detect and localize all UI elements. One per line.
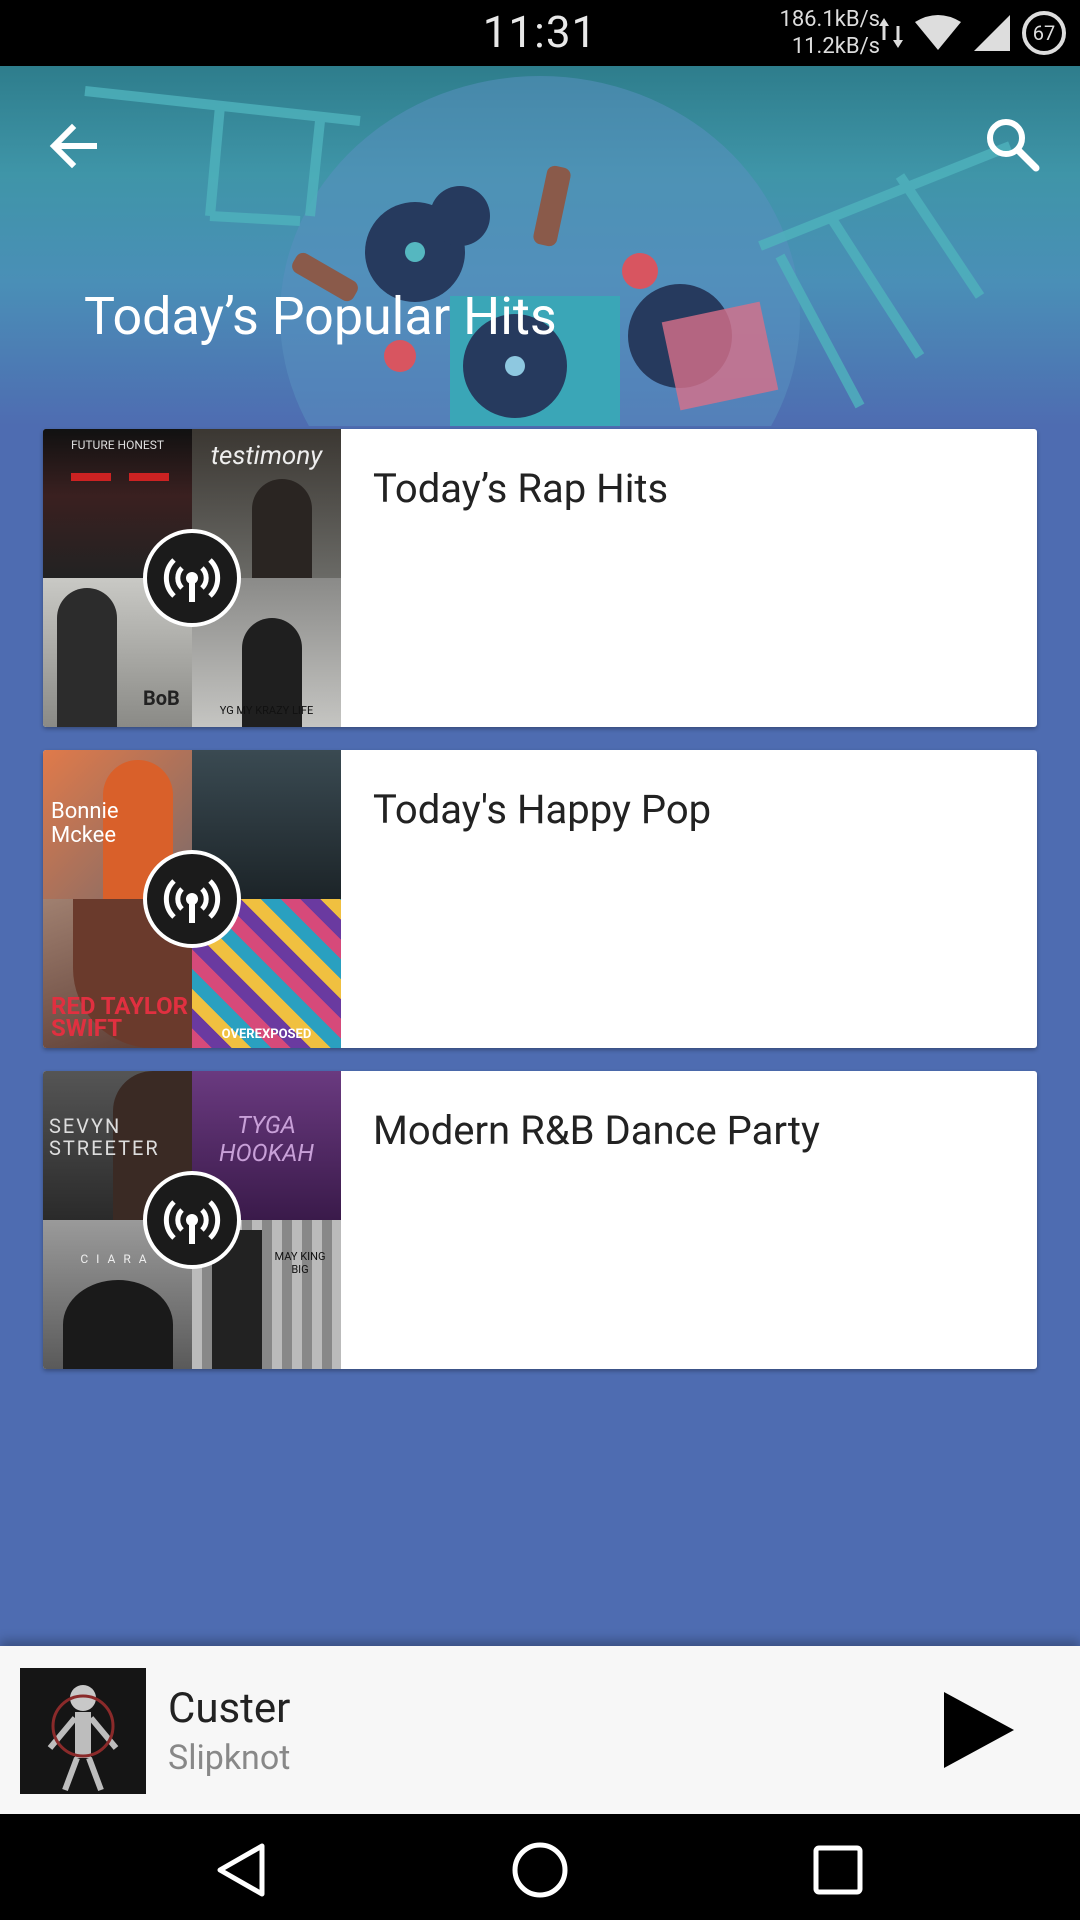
playlist-art: Bonnie Mckee RED TAYLOR SWIFT OVEREXPOSE… [43, 750, 341, 1048]
playlist-title: Today's Happy Pop [373, 786, 712, 833]
radio-broadcast-icon [163, 558, 221, 602]
album-label: TYGA HOOKAH [218, 1111, 315, 1167]
playlist-title: Modern R&B Dance Party [373, 1107, 820, 1154]
playlist-title: Today’s Rap Hits [373, 465, 669, 512]
status-bar: 11:31 186.1kB/s 11.2kB/s 67 [0, 0, 1080, 66]
battery-icon: 67 [1022, 11, 1066, 55]
album-label: testimony [210, 441, 323, 471]
nav-recents-button[interactable] [808, 1840, 868, 1900]
search-button[interactable] [980, 112, 1044, 176]
now-playing-bar[interactable]: Custer Slipknot [0, 1646, 1080, 1814]
radio-badge [143, 1171, 241, 1269]
play-button[interactable] [934, 1688, 1018, 1772]
skeleton-figure [20, 1668, 146, 1794]
nav-home-icon [512, 1842, 568, 1898]
album-label: Bonnie Mckee [51, 799, 119, 848]
radio-broadcast-icon [163, 879, 221, 923]
nav-home-button[interactable] [510, 1840, 570, 1900]
track-title: Custer [168, 1684, 291, 1733]
network-speeds: 186.1kB/s 11.2kB/s [779, 6, 880, 60]
track-artist: Slipknot [168, 1738, 291, 1778]
nav-recents-icon [813, 1845, 863, 1895]
back-button[interactable] [44, 116, 104, 176]
system-nav-bar [0, 1814, 1080, 1920]
status-icons: 67 [878, 10, 1066, 56]
search-icon [987, 119, 1040, 172]
party-illustration [84, 76, 1012, 426]
arrow-back-icon [49, 123, 97, 169]
radio-badge [143, 850, 241, 948]
album-label: OVEREXPOSED [221, 1027, 312, 1042]
radio-badge [143, 529, 241, 627]
album-label: RED TAYLOR SWIFT [51, 992, 189, 1042]
battery-level: 67 [1032, 21, 1056, 45]
album-label: FUTURE HONEST [70, 438, 165, 452]
header-banner: Today’s Popular Hits [0, 66, 1080, 426]
album-label: SEVYN STREETER [49, 1114, 160, 1160]
nav-back-button[interactable] [212, 1840, 272, 1900]
now-playing-album-art [20, 1668, 146, 1794]
wifi-icon [915, 15, 961, 50]
album-label: MAY KING BIG [274, 1250, 326, 1276]
playlist-list: FUTURE HONEST testimony BoB YG MY KRAZY … [43, 429, 1037, 1392]
page-title: Today’s Popular Hits [84, 286, 557, 347]
playlist-art: SEVYN STREETER TYGA HOOKAH CIARA MAY KIN… [43, 1071, 341, 1369]
playlist-card[interactable]: SEVYN STREETER TYGA HOOKAH CIARA MAY KIN… [43, 1071, 1037, 1369]
play-icon [944, 1692, 1014, 1768]
data-transfer-icon [879, 18, 903, 48]
download-speed: 186.1kB/s [779, 7, 880, 32]
playlist-art: FUTURE HONEST testimony BoB YG MY KRAZY … [43, 429, 341, 727]
cell-signal-icon [974, 15, 1010, 51]
nav-back-icon [217, 1843, 265, 1897]
radio-broadcast-icon [163, 1200, 221, 1244]
playlist-card[interactable]: FUTURE HONEST testimony BoB YG MY KRAZY … [43, 429, 1037, 727]
upload-speed: 11.2kB/s [791, 34, 880, 59]
album-label: YG MY KRAZY LIFE [219, 704, 314, 717]
playlist-card[interactable]: Bonnie Mckee RED TAYLOR SWIFT OVEREXPOSE… [43, 750, 1037, 1048]
